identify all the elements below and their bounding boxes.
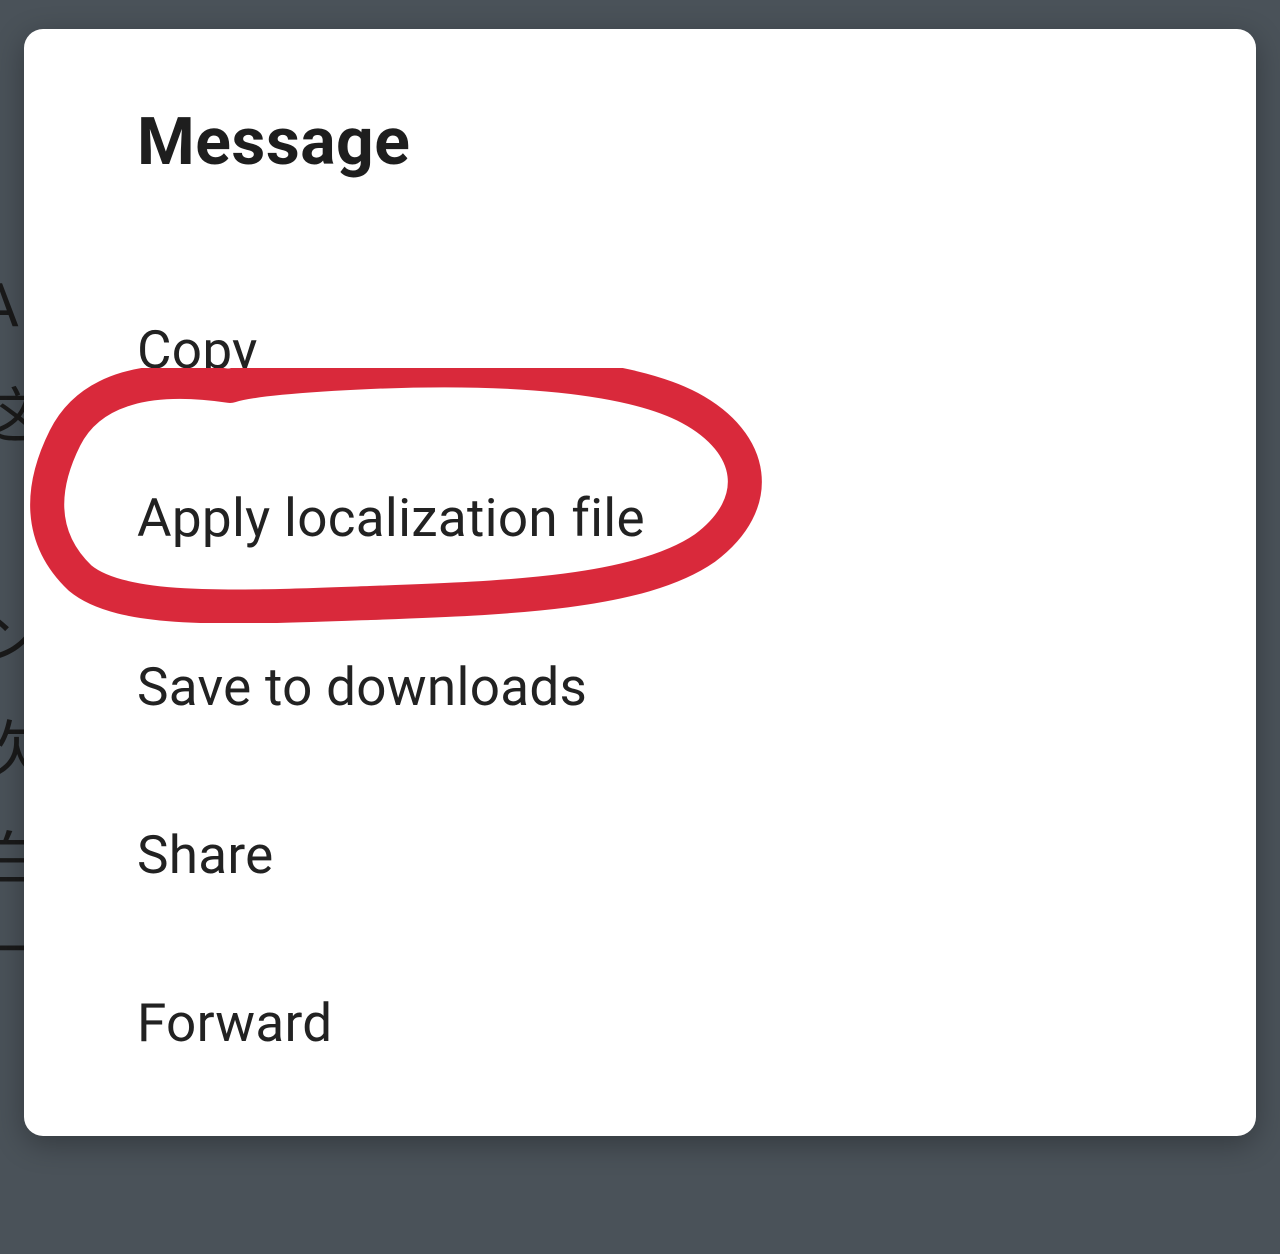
menu-item-forward[interactable]: Forward	[137, 994, 333, 1052]
menu-item-label: Apply localization file	[137, 487, 645, 549]
menu-item-copy[interactable]: Copy	[137, 321, 257, 379]
menu-item-save-to-downloads[interactable]: Save to downloads	[137, 658, 587, 716]
menu-item-label: Share	[137, 824, 274, 886]
menu-item-share[interactable]: Share	[137, 826, 274, 884]
menu-item-apply-localization-file[interactable]: Apply localization file	[137, 489, 645, 547]
menu-item-label: Copy	[137, 319, 257, 381]
dialog-title: Message	[137, 104, 1143, 181]
menu-item-label: Forward	[137, 992, 333, 1054]
message-context-menu: Message Copy Apply localization file Sav…	[24, 29, 1256, 1136]
menu-item-label: Save to downloads	[137, 656, 587, 718]
